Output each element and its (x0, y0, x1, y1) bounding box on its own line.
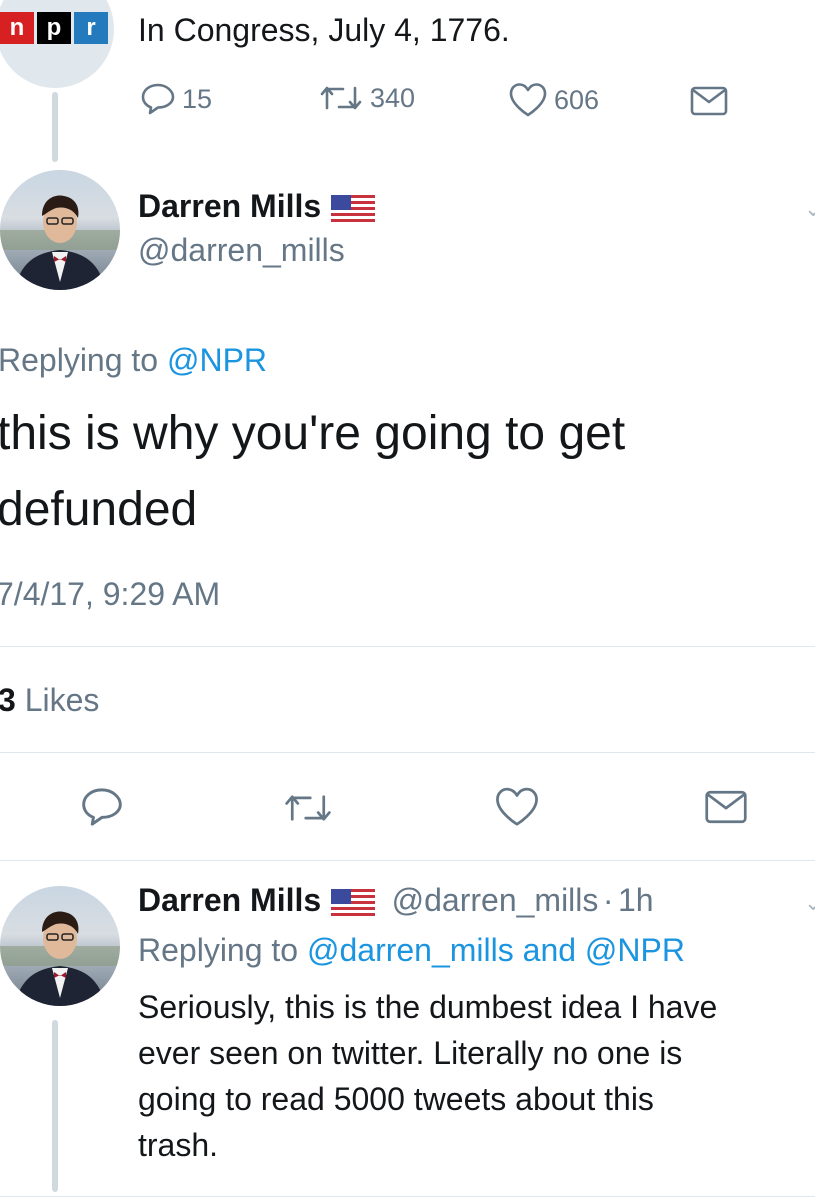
thread-line-top (52, 92, 58, 162)
retweet-icon (320, 86, 362, 110)
like-icon (496, 787, 538, 826)
npr-logo-n: n (0, 12, 34, 44)
reply-tweet-text: Seriously, this is the dumbest idea I ha… (138, 984, 815, 1168)
reply-replying-mentions[interactable]: @darren_mills and @NPR (307, 932, 685, 968)
likes-label: Likes (24, 682, 100, 718)
reply-replying-line: Replying to @darren_mills and @NPR (138, 932, 685, 969)
main-replying-label: Replying to (0, 342, 159, 378)
top-like-count: 606 (554, 84, 600, 115)
main-retweet-button[interactable] (282, 790, 334, 826)
reply-text-line: ever seen on twitter. Literally no one i… (138, 1035, 683, 1071)
reply-text-line: trash. (138, 1127, 219, 1163)
us-flag-icon (331, 195, 376, 230)
top-tweet-text: In Congress, July 4, 1776. (138, 12, 510, 48)
reply-author-name[interactable]: Darren Mills (138, 882, 321, 918)
like-icon (509, 83, 547, 117)
thread-line-bottom (52, 1020, 58, 1192)
reply-separator: · (602, 882, 614, 918)
chevron-down-icon[interactable]: ⌄ (804, 196, 815, 222)
main-reply-button[interactable] (80, 786, 124, 828)
divider (0, 860, 815, 861)
main-replying-line: Replying to @NPR (0, 342, 267, 379)
divider (0, 1196, 815, 1197)
top-retweet-count: 340 (370, 82, 416, 113)
chevron-down-icon[interactable]: ⌄ (804, 890, 815, 916)
reply-age[interactable]: 1h (618, 882, 654, 918)
person-silhouette-icon (0, 195, 120, 290)
top-dm-button[interactable] (690, 86, 728, 116)
us-flag-icon (331, 889, 376, 924)
main-author[interactable]: Darren Mills (138, 188, 376, 230)
top-retweet-button[interactable]: 340 (318, 82, 415, 114)
reply-author[interactable]: Darren Mills @darren_mills · 1h (138, 882, 654, 924)
reply-author-handle[interactable]: @darren_mills (392, 882, 599, 918)
divider (0, 646, 815, 647)
top-reply-button[interactable]: 15 (140, 82, 212, 116)
dm-icon (690, 86, 728, 116)
likes-count: 3 (0, 682, 16, 718)
npr-logo-r: r (74, 12, 108, 44)
main-avatar[interactable] (0, 170, 120, 290)
main-tweet-text-line1: this is why you're going to get (0, 407, 626, 460)
main-author-name[interactable]: Darren Mills (138, 188, 321, 224)
npr-logo: n p r (0, 12, 111, 44)
top-like-button[interactable]: 606 (508, 82, 599, 118)
reply-avatar[interactable] (0, 886, 120, 1006)
main-tweet-timestamp[interactable]: 7/4/17, 9:29 AM (0, 576, 220, 613)
main-author-handle[interactable]: @darren_mills (138, 232, 345, 269)
reply-text-line: going to read 5000 tweets about this (138, 1081, 654, 1117)
main-replying-mention[interactable]: @NPR (167, 342, 267, 378)
main-like-button[interactable] (494, 786, 540, 828)
main-dm-button[interactable] (704, 790, 748, 824)
reply-icon (141, 83, 175, 115)
reply-replying-label: Replying to (138, 932, 299, 968)
retweet-icon (285, 795, 331, 821)
divider (0, 752, 815, 753)
reply-icon (82, 788, 122, 826)
npr-logo-p: p (37, 12, 71, 44)
top-reply-count: 15 (182, 83, 213, 114)
dm-icon (705, 790, 747, 824)
likes-summary[interactable]: 3 Likes (0, 682, 99, 719)
person-silhouette-icon (0, 911, 120, 1006)
reply-text-line: Seriously, this is the dumbest idea I ha… (138, 989, 718, 1025)
main-tweet-text-line2: defunded (0, 483, 198, 536)
